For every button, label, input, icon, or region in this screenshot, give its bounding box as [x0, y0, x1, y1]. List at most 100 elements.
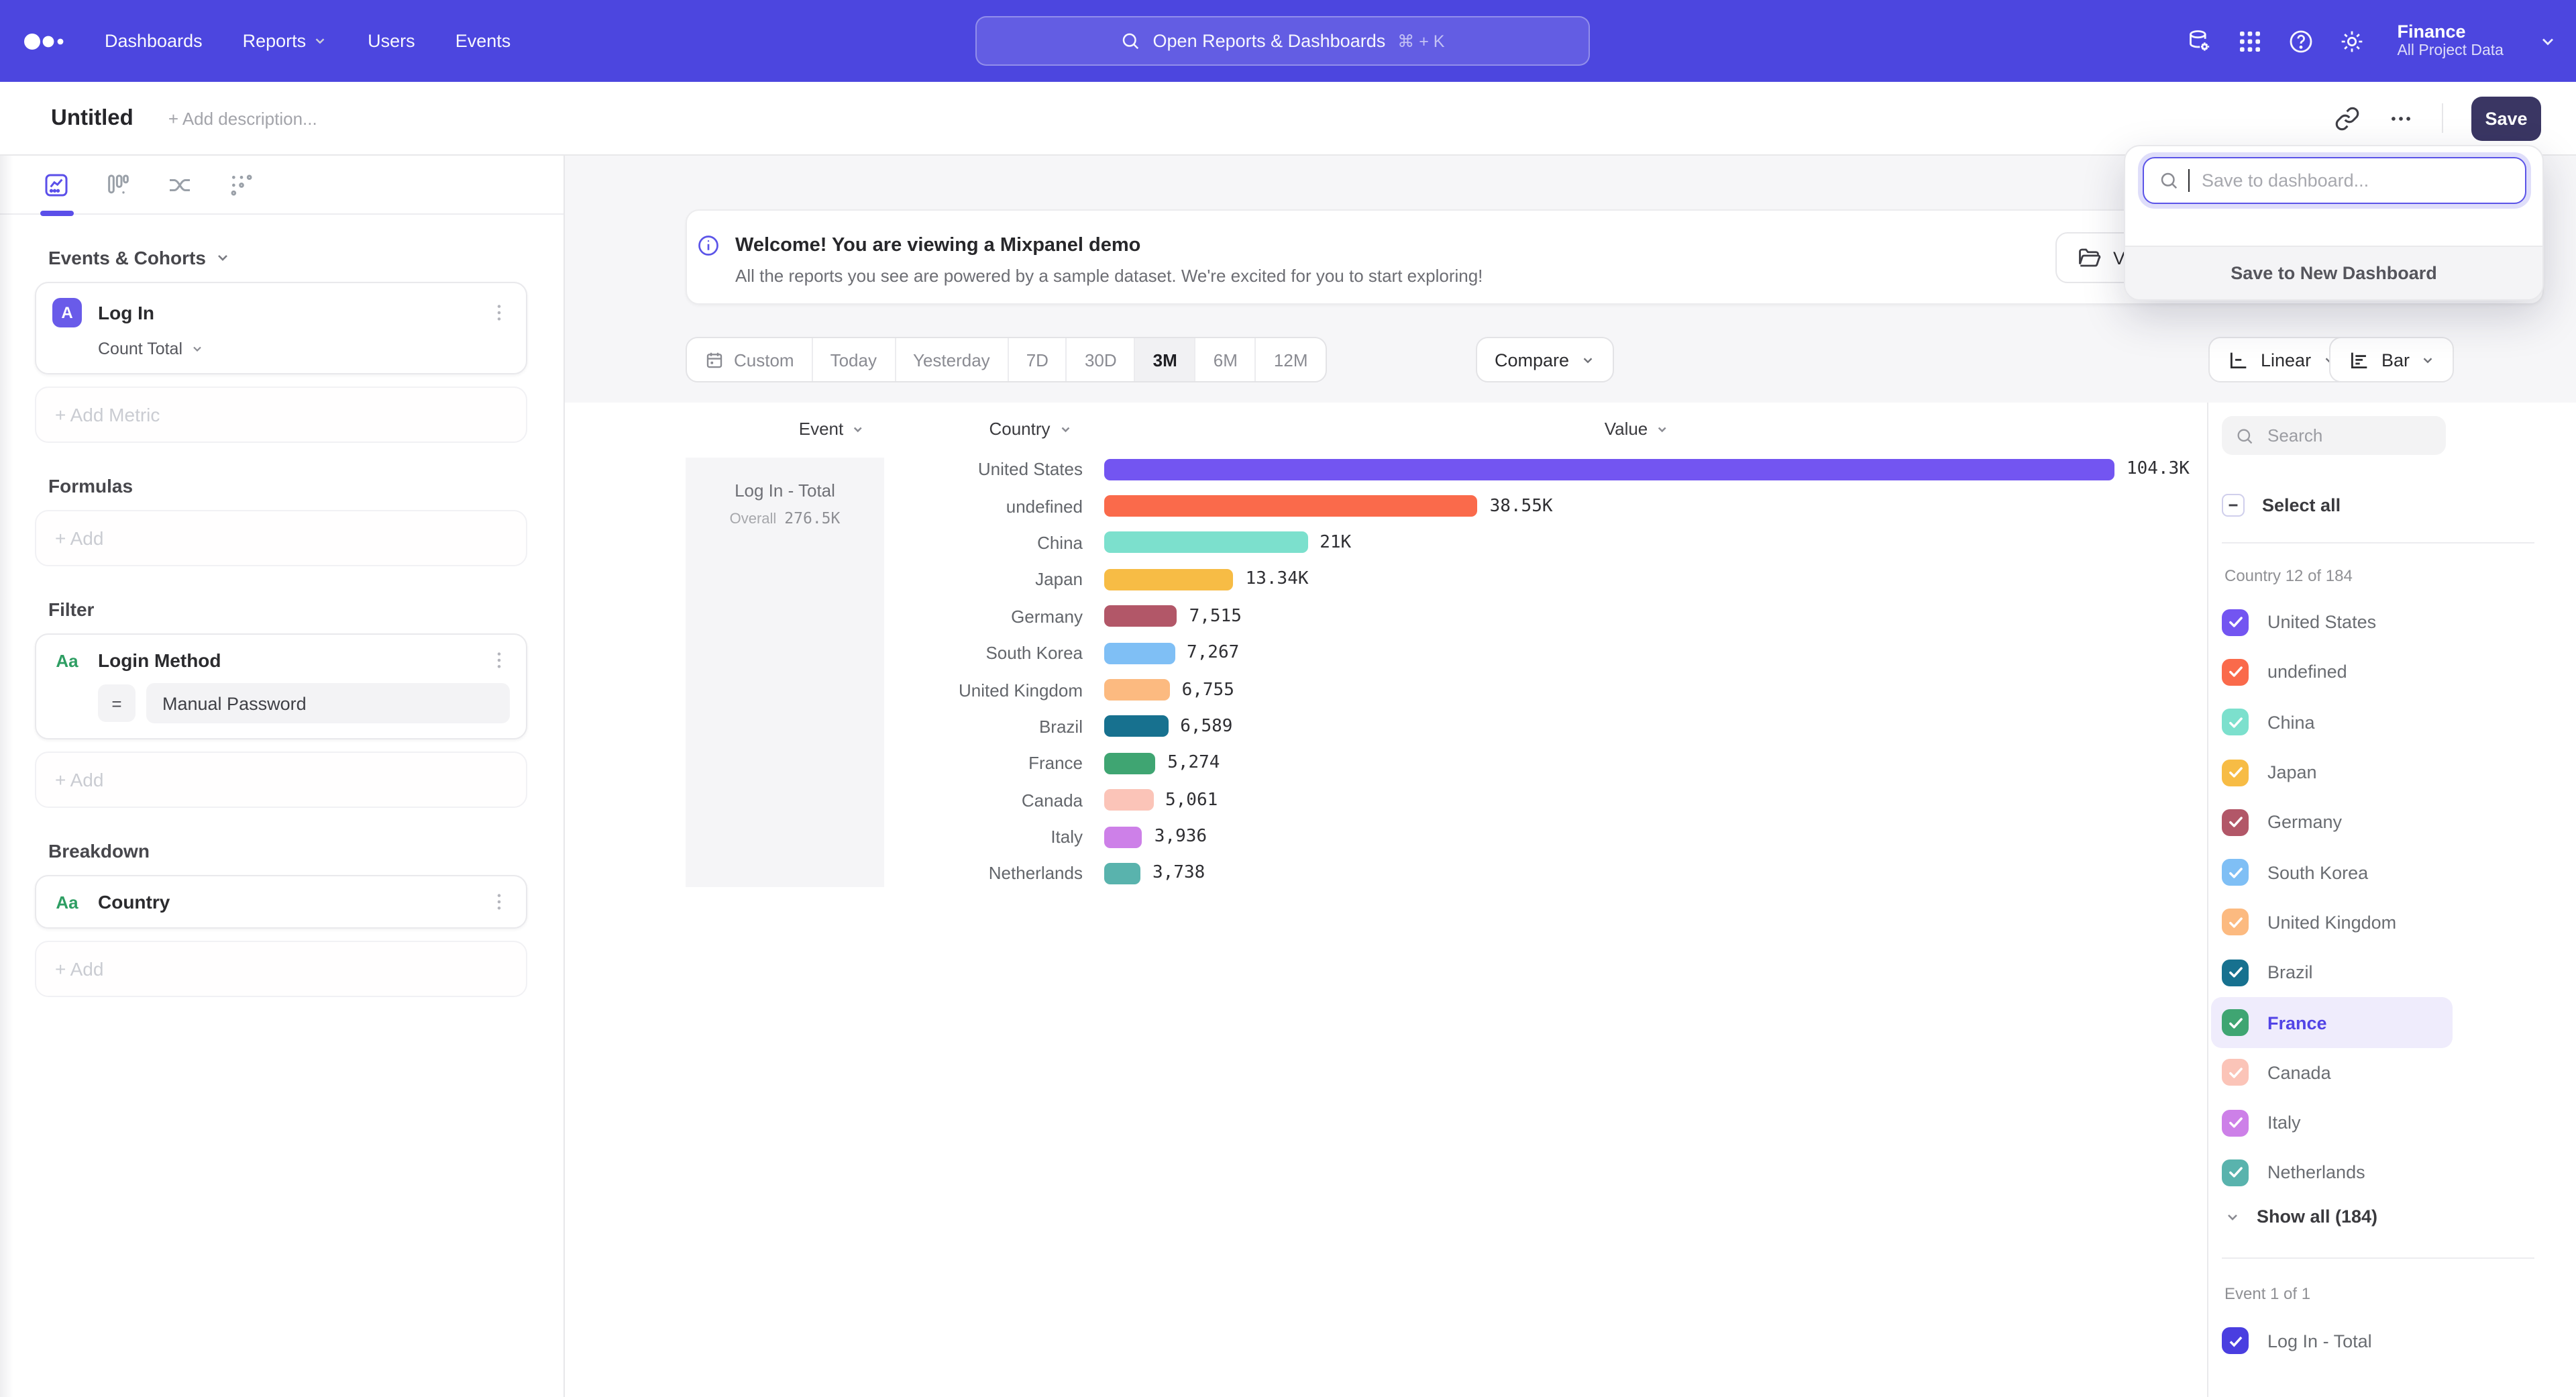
- add-breakdown-button[interactable]: + Add: [35, 941, 527, 997]
- legend-checkbox[interactable]: [2222, 909, 2249, 936]
- legend-item-united-states[interactable]: United States: [2211, 597, 2453, 648]
- save-dashboard-input[interactable]: [2199, 169, 2494, 192]
- legend-checkbox[interactable]: [2222, 1059, 2249, 1086]
- tab-retention-icon[interactable]: [228, 171, 255, 198]
- global-search-button[interactable]: Open Reports & Dashboards ⌘ + K: [975, 16, 1590, 66]
- tab-insights-icon[interactable]: [43, 171, 70, 198]
- compare-dropdown[interactable]: Compare: [1476, 337, 1613, 382]
- tab-funnels-icon[interactable]: [105, 171, 131, 198]
- range-12m[interactable]: 12M: [1256, 338, 1326, 381]
- metric-aggregation-dropdown[interactable]: Count Total: [98, 340, 510, 358]
- metric-event-name[interactable]: Log In: [98, 302, 488, 323]
- legend-item-brazil[interactable]: Brazil: [2211, 947, 2453, 998]
- chart-type-dropdown[interactable]: Bar: [2329, 337, 2454, 382]
- add-description-button[interactable]: + Add description...: [168, 108, 317, 128]
- bar-segment[interactable]: [1104, 642, 1175, 664]
- range-6m[interactable]: 6M: [1196, 338, 1256, 381]
- kebab-menu-icon[interactable]: [488, 650, 510, 671]
- legend-checkbox[interactable]: [2222, 809, 2249, 836]
- legend-checkbox[interactable]: [2222, 609, 2249, 635]
- bar-segment[interactable]: [1104, 826, 1142, 847]
- legend-item-canada[interactable]: Canada: [2211, 1047, 2453, 1098]
- event-legend-label: Log In - Total: [2267, 1331, 2372, 1351]
- legend-item-china[interactable]: China: [2211, 697, 2453, 747]
- column-header-value[interactable]: Value: [1605, 419, 1670, 439]
- select-all-checkbox[interactable]: [2222, 494, 2245, 517]
- tab-flows-icon[interactable]: [166, 171, 193, 198]
- bar-segment[interactable]: [1104, 458, 2114, 480]
- range-7d[interactable]: 7D: [1009, 338, 1067, 381]
- legend-checkbox[interactable]: [2222, 959, 2249, 986]
- legend-item-undefined[interactable]: undefined: [2211, 648, 2453, 698]
- legend-checkbox[interactable]: [2222, 659, 2249, 686]
- nav-link-events[interactable]: Events: [455, 31, 511, 51]
- legend-item-netherlands[interactable]: Netherlands: [2211, 1148, 2453, 1198]
- help-icon[interactable]: [2287, 28, 2314, 54]
- show-all-button[interactable]: Show all (184): [2224, 1206, 2377, 1227]
- event-checkbox[interactable]: [2222, 1327, 2249, 1354]
- column-header-country[interactable]: Country: [989, 419, 1071, 439]
- chevron-down-icon: [191, 342, 204, 356]
- bar-value-label: 104.3K: [2127, 459, 2190, 479]
- bar-segment[interactable]: [1104, 495, 1478, 517]
- mixpanel-logo-icon[interactable]: [21, 28, 86, 54]
- apps-grid-icon[interactable]: [2236, 28, 2263, 54]
- add-filter-button[interactable]: + Add: [35, 752, 527, 808]
- column-header-event[interactable]: Event: [799, 419, 865, 439]
- nav-link-reports[interactable]: Reports: [243, 31, 328, 51]
- report-title[interactable]: Untitled: [51, 105, 133, 131]
- legend-search[interactable]: [2222, 416, 2446, 455]
- divider: [2442, 103, 2443, 133]
- bar-segment[interactable]: [1104, 532, 1307, 554]
- range-custom[interactable]: Custom: [687, 338, 813, 381]
- bar-segment[interactable]: [1104, 606, 1177, 627]
- legend-item-south-korea[interactable]: South Korea: [2211, 847, 2453, 898]
- settings-gear-icon[interactable]: [2338, 28, 2365, 54]
- bar-segment[interactable]: [1104, 789, 1153, 811]
- bar-segment[interactable]: [1104, 679, 1170, 701]
- select-all-row[interactable]: Select all: [2222, 494, 2341, 517]
- project-switcher[interactable]: Finance All Project Data: [2397, 21, 2504, 60]
- chevron-down-icon[interactable]: [2538, 32, 2557, 50]
- legend-search-input[interactable]: [2265, 424, 2419, 447]
- data-management-icon[interactable]: [2185, 28, 2212, 54]
- range-yesterday[interactable]: Yesterday: [896, 338, 1009, 381]
- legend-checkbox[interactable]: [2222, 759, 2249, 786]
- legend-label: Italy: [2267, 1113, 2301, 1133]
- bar-segment[interactable]: [1104, 716, 1168, 737]
- legend-checkbox[interactable]: [2222, 1159, 2249, 1186]
- breakdown-property-name[interactable]: Country: [98, 891, 488, 913]
- legend-item-germany[interactable]: Germany: [2211, 797, 2453, 847]
- range-label: 30D: [1085, 350, 1117, 370]
- copy-link-icon[interactable]: [2334, 105, 2360, 131]
- bar-segment[interactable]: [1104, 569, 1234, 590]
- legend-checkbox[interactable]: [2222, 1009, 2249, 1036]
- range-3m[interactable]: 3M: [1136, 338, 1196, 381]
- legend-checkbox[interactable]: [2222, 709, 2249, 735]
- more-options-icon[interactable]: [2388, 105, 2414, 131]
- range-today[interactable]: Today: [813, 338, 896, 381]
- bar-segment[interactable]: [1104, 863, 1140, 884]
- filter-operator-dropdown[interactable]: =: [98, 684, 136, 722]
- filter-value-dropdown[interactable]: Manual Password: [146, 683, 510, 723]
- events-cohorts-header[interactable]: Events & Cohorts: [48, 247, 527, 268]
- legend-item-united-kingdom[interactable]: United Kingdom: [2211, 898, 2453, 948]
- nav-link-dashboards[interactable]: Dashboards: [105, 31, 203, 51]
- legend-item-italy[interactable]: Italy: [2211, 1098, 2453, 1148]
- legend-item-france[interactable]: France: [2211, 998, 2453, 1048]
- filter-property-name[interactable]: Login Method: [98, 650, 488, 671]
- kebab-menu-icon[interactable]: [488, 302, 510, 323]
- range-30d[interactable]: 30D: [1067, 338, 1136, 381]
- add-formula-button[interactable]: + Add: [35, 510, 527, 566]
- legend-checkbox[interactable]: [2222, 1109, 2249, 1136]
- save-dashboard-search-field[interactable]: [2143, 157, 2526, 204]
- save-to-new-dashboard-button[interactable]: Save to New Dashboard: [2125, 246, 2542, 299]
- save-button[interactable]: Save: [2471, 96, 2541, 140]
- add-metric-button[interactable]: + Add Metric: [35, 386, 527, 443]
- kebab-menu-icon[interactable]: [488, 891, 510, 913]
- nav-link-users[interactable]: Users: [368, 31, 415, 51]
- event-legend-item[interactable]: Log In - Total: [2222, 1327, 2372, 1354]
- bar-segment[interactable]: [1104, 753, 1155, 774]
- legend-checkbox[interactable]: [2222, 859, 2249, 886]
- legend-item-japan[interactable]: Japan: [2211, 747, 2453, 798]
